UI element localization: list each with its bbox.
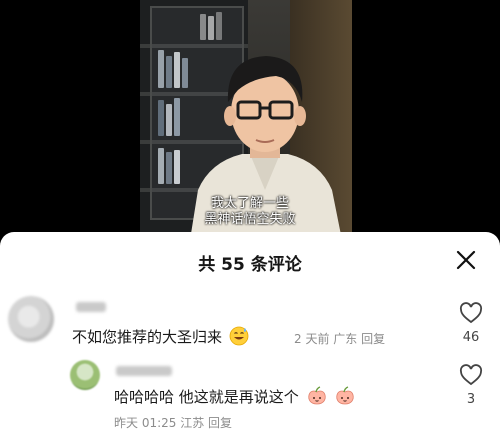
- comments-sheet: 共 55 条评论 不如您推荐的大圣归来 2 天前 广东 回复 46 哈哈哈哈 他…: [0, 232, 500, 440]
- video-player[interactable]: 我太了解一些 黑神话悟空失败: [0, 0, 500, 236]
- avatar[interactable]: [8, 296, 54, 342]
- comments-count-title: 共 55 条评论: [198, 255, 302, 275]
- heart-icon: [459, 302, 483, 324]
- heart-icon: [459, 364, 483, 386]
- comment-text-content: 不如您推荐的大圣归来: [72, 328, 223, 346]
- like-button[interactable]: 3: [455, 364, 487, 407]
- like-button[interactable]: 46: [455, 302, 487, 345]
- like-count: 3: [466, 392, 476, 407]
- username-blurred[interactable]: [116, 366, 172, 376]
- video-subtitle-line1: 我太了解一些: [210, 196, 289, 211]
- close-icon[interactable]: [454, 248, 478, 272]
- video-subtitle-line2: 黑神话悟空失败: [204, 212, 296, 227]
- peach-face-emoji-icon: [307, 386, 326, 405]
- username-blurred[interactable]: [76, 302, 106, 312]
- comment-text[interactable]: 哈哈哈哈 他这就是再说这个: [114, 386, 356, 407]
- comment-text-content: 哈哈哈哈 他这就是再说这个: [114, 388, 299, 406]
- avatar[interactable]: [70, 360, 100, 390]
- like-count: 46: [462, 330, 480, 345]
- grinning-sweat-emoji-icon: [229, 326, 249, 346]
- peach-face-emoji-icon: [336, 386, 354, 405]
- comment-meta[interactable]: 昨天 01:25 江苏 回复: [114, 414, 232, 431]
- comment-meta[interactable]: 2 天前 广东 回复: [294, 330, 385, 347]
- comment-text[interactable]: 不如您推荐的大圣归来: [72, 326, 249, 347]
